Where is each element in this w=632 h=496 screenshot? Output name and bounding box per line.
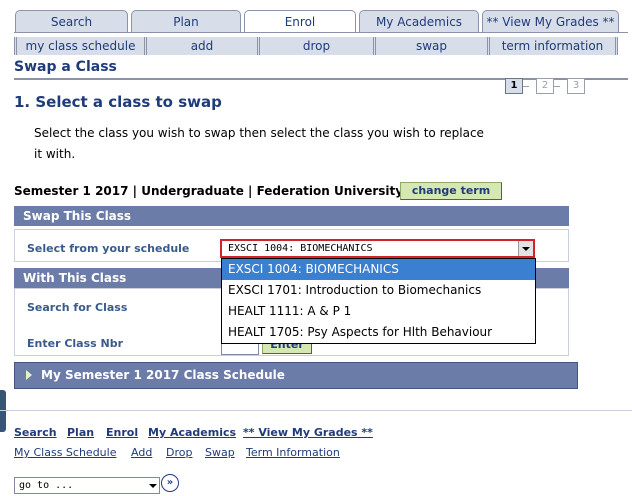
step-3-indicator: 3: [567, 78, 585, 94]
step-2-indicator: 2: [536, 78, 554, 94]
term-info: Semester 1 2017 | Undergraduate | Federa…: [14, 184, 404, 198]
footer-link-my-class-schedule[interactable]: My Class Schedule: [14, 446, 116, 459]
footer-divider: [0, 410, 632, 411]
dropdown-option[interactable]: HEALT 1705: Psy Aspects for Hlth Behavio…: [222, 322, 535, 343]
tab-search[interactable]: Search: [15, 10, 128, 32]
go-arrow-icon[interactable]: »: [161, 474, 179, 492]
dropdown-option[interactable]: EXSCI 1004: BIOMECHANICS: [222, 259, 535, 280]
tab-view-my-grades[interactable]: ** View My Grades **: [482, 10, 619, 32]
expand-triangle-icon: [26, 370, 32, 380]
class-schedule-collapsible[interactable]: My Semester 1 2017 Class Schedule: [14, 362, 578, 389]
chevron-down-icon[interactable]: [518, 241, 533, 256]
footer-link-term-information[interactable]: Term Information: [246, 446, 340, 459]
goto-select-value: go to ...: [19, 480, 74, 491]
footer-link-enrol[interactable]: Enrol: [106, 426, 138, 439]
subtab-add[interactable]: add: [147, 37, 260, 55]
goto-select[interactable]: go to ...: [14, 477, 160, 494]
subtab-swap[interactable]: swap: [376, 37, 490, 55]
class-nbr-label: Enter Class Nbr: [27, 337, 124, 350]
side-panel-handle[interactable]: [0, 390, 6, 432]
subtab-my-class-schedule[interactable]: my class schedule: [14, 37, 147, 55]
footer-link-my-academics[interactable]: My Academics: [148, 426, 236, 439]
schedule-select[interactable]: EXSCI 1004: BIOMECHANICS: [220, 239, 535, 258]
footer-link-add[interactable]: Add: [131, 446, 152, 459]
subtab-drop[interactable]: drop: [260, 37, 376, 55]
step-connector: [523, 86, 529, 87]
subtab-term-information[interactable]: term information: [490, 37, 618, 55]
schedule-select-value: EXSCI 1004: BIOMECHANICS: [228, 243, 373, 254]
section-heading: 1. Select a class to swap: [14, 93, 222, 111]
footer-link-plan[interactable]: Plan: [67, 426, 94, 439]
tab-enrol[interactable]: Enrol: [244, 10, 356, 33]
select-schedule-label: Select from your schedule: [27, 242, 190, 255]
schedule-dropdown-list: EXSCI 1004: BIOMECHANICS EXSCI 1701: Int…: [221, 258, 536, 344]
tab-plan[interactable]: Plan: [131, 10, 241, 32]
tab-underline: [14, 32, 628, 33]
dropdown-option[interactable]: EXSCI 1701: Introduction to Biomechanics: [222, 280, 535, 301]
footer-link-swap[interactable]: Swap: [205, 446, 235, 459]
page-title: Swap a Class: [14, 59, 117, 75]
chevron-down-icon[interactable]: [146, 478, 159, 493]
search-class-label: Search for Class: [27, 301, 128, 314]
step-connector: [554, 86, 560, 87]
dropdown-option[interactable]: HEALT 1111: A & P 1: [222, 301, 535, 322]
change-term-button[interactable]: change term: [400, 182, 502, 200]
footer-link-search[interactable]: Search: [14, 426, 57, 439]
tab-my-academics[interactable]: My Academics: [359, 10, 479, 32]
class-schedule-title: My Semester 1 2017 Class Schedule: [41, 368, 285, 382]
instructions-text: Select the class you wish to swap then s…: [34, 126, 484, 161]
footer-link-view-my-grades[interactable]: ** View My Grades **: [243, 426, 373, 439]
swap-group-header: Swap This Class: [14, 206, 569, 226]
footer-link-drop[interactable]: Drop: [166, 446, 192, 459]
step-1-indicator: 1: [505, 78, 523, 94]
